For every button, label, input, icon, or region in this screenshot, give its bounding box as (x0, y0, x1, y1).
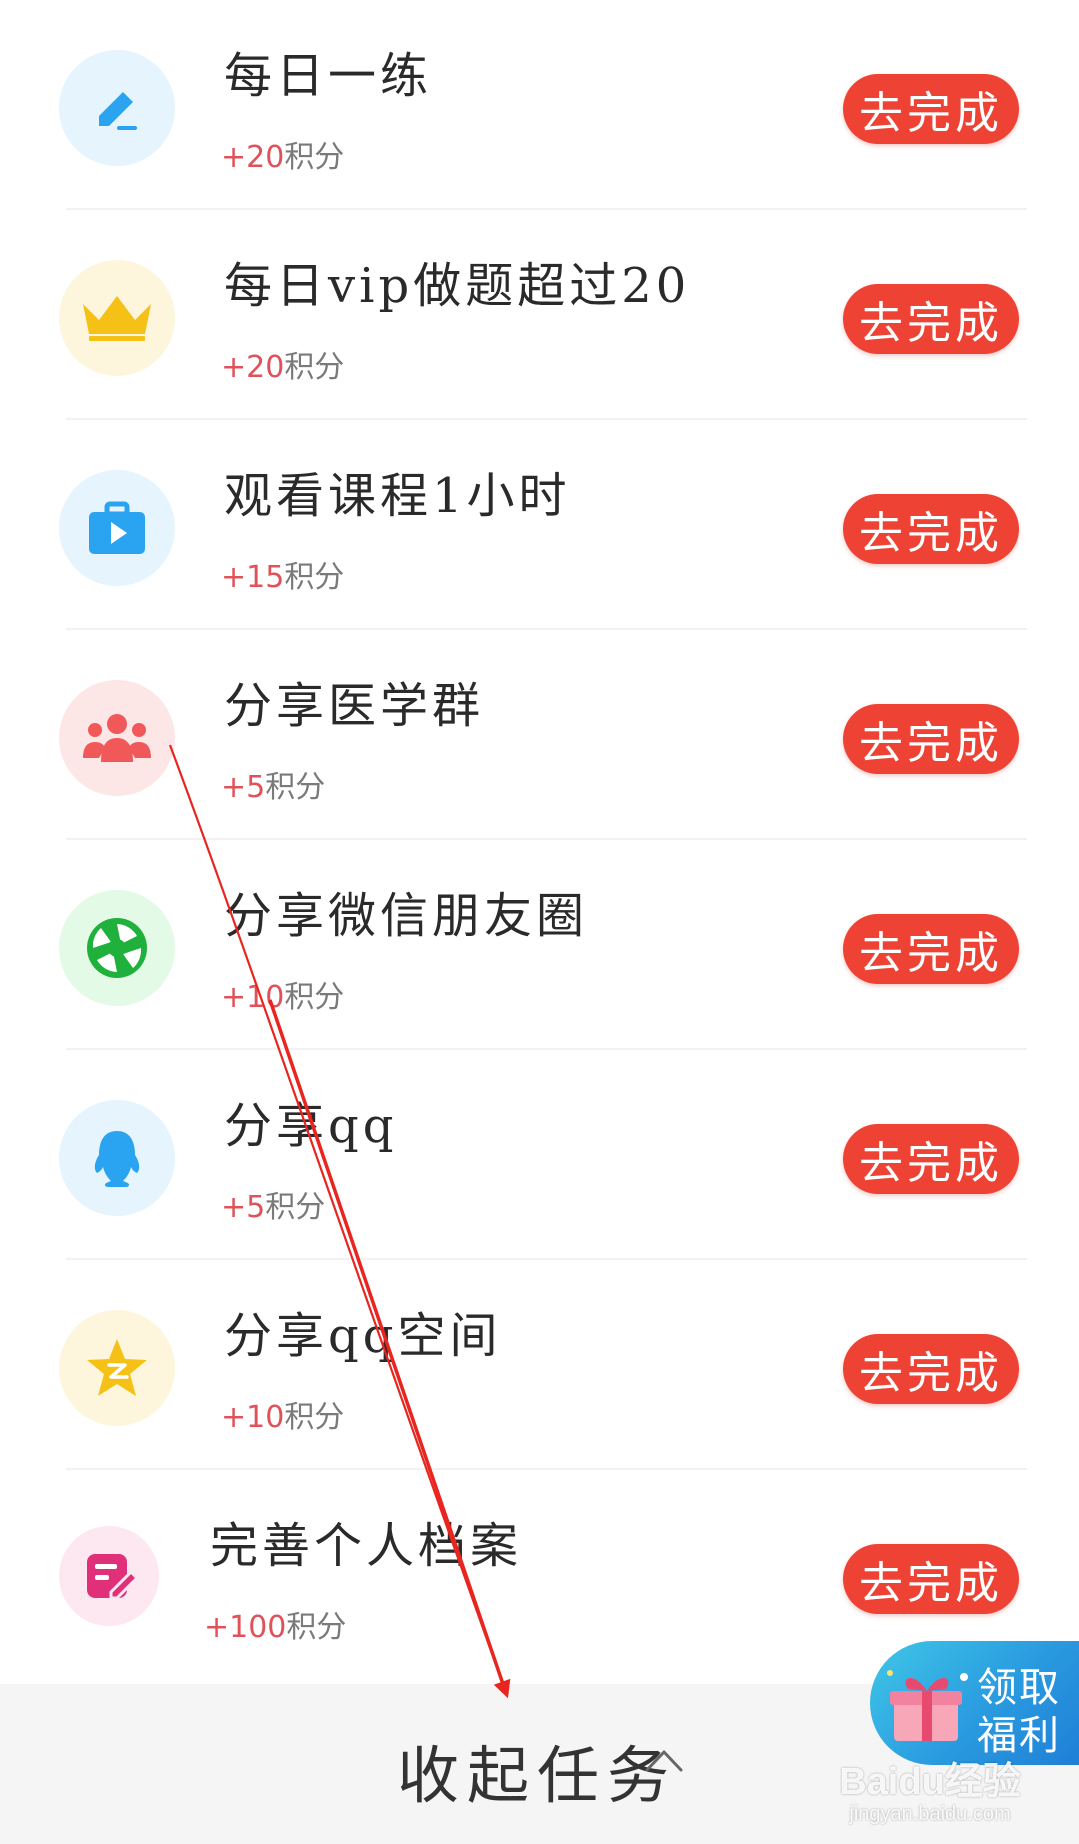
points-unit: 积分 (284, 560, 345, 595)
points-value: +20 (221, 140, 285, 175)
watermark-main: Baidu经验 (839, 1761, 1021, 1803)
task-points: +10积分 (221, 972, 344, 1016)
task-points: +5积分 (221, 1182, 325, 1226)
points-value: +5 (221, 1190, 266, 1225)
task-title: 分享qq空间 (224, 1308, 502, 1364)
task-points: +10积分 (221, 1392, 344, 1436)
go-complete-button[interactable]: 去完成 (843, 914, 1019, 984)
gift-box-icon (884, 1663, 974, 1751)
points-value: +15 (221, 560, 285, 595)
task-row-daily-vip: 每日vip做题超过20 +20积分 去完成 (0, 210, 1079, 420)
points-unit: 积分 (284, 980, 345, 1015)
go-complete-button[interactable]: 去完成 (843, 1334, 1019, 1404)
points-value: +10 (221, 1400, 285, 1435)
points-value: +20 (221, 350, 285, 385)
task-title: 分享医学群 (224, 678, 485, 734)
task-points: +5积分 (221, 762, 325, 806)
baidu-jingyan-watermark: Baidu经验 jingyan.baidu.com (830, 1750, 1030, 1826)
points-value: +100 (204, 1610, 287, 1645)
points-value: +5 (221, 770, 266, 805)
points-unit: 积分 (284, 140, 345, 175)
task-row-share-qzone: 分享qq空间 +10积分 去完成 (0, 1260, 1079, 1470)
task-points: +20积分 (221, 342, 344, 386)
task-row-watch-course: 观看课程1小时 +15积分 去完成 (0, 420, 1079, 630)
points-unit: 积分 (265, 1190, 326, 1225)
points-unit: 积分 (265, 770, 326, 805)
qzone-star-icon (59, 1310, 175, 1426)
video-briefcase-icon (59, 470, 175, 586)
crown-icon (59, 260, 175, 376)
go-complete-button[interactable]: 去完成 (843, 704, 1019, 774)
collapse-tasks-label: 收起任务 (397, 1739, 678, 1812)
task-points: +20积分 (221, 132, 344, 176)
wechat-moments-icon (59, 890, 175, 1006)
task-title: 分享微信朋友圈 (224, 888, 589, 944)
task-points: +15积分 (221, 552, 344, 596)
points-unit: 积分 (284, 1400, 345, 1435)
go-complete-button[interactable]: 去完成 (843, 1544, 1019, 1614)
claim-welfare-button[interactable]: 领取 福利 (870, 1641, 1079, 1765)
task-title: 完善个人档案 (210, 1518, 523, 1574)
task-title: 每日一练 (224, 48, 433, 104)
points-unit: 积分 (286, 1610, 347, 1645)
task-row-share-qq: 分享qq +5积分 去完成 (0, 1050, 1079, 1260)
task-title: 分享qq (224, 1098, 398, 1154)
watermark-url: jingyan.baidu.com (849, 1803, 1011, 1825)
task-title: 每日vip做题超过20 (224, 258, 691, 314)
edit-pencil-icon (59, 50, 175, 166)
chevron-up-icon (644, 1746, 684, 1778)
go-complete-button[interactable]: 去完成 (843, 494, 1019, 564)
task-row-share-wechat-moments: 分享微信朋友圈 +10积分 去完成 (0, 840, 1079, 1050)
go-complete-button[interactable]: 去完成 (843, 284, 1019, 354)
task-row-share-medical-group: 分享医学群 +5积分 去完成 (0, 630, 1079, 840)
profile-edit-icon (59, 1526, 159, 1626)
qq-penguin-icon (59, 1100, 175, 1216)
go-complete-button[interactable]: 去完成 (843, 1124, 1019, 1194)
go-complete-button[interactable]: 去完成 (843, 74, 1019, 144)
group-people-icon (59, 680, 175, 796)
task-title: 观看课程1小时 (224, 468, 571, 524)
points-unit: 积分 (284, 350, 345, 385)
task-points: +100积分 (204, 1602, 346, 1646)
points-value: +10 (221, 980, 285, 1015)
task-row-daily-practice: 每日一练 +20积分 去完成 (0, 0, 1079, 210)
